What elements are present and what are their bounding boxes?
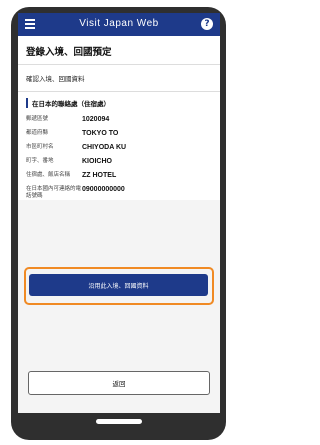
postal-code-row: 郵遞區號 1020094 [26,116,212,123]
city-value: CHIYODA KU [82,144,127,151]
prefecture-row: 都道府縣 TOKYO TO [26,130,212,137]
phone-row: 在日本國內可連絡的電話號碼 09000000000 [26,186,212,200]
card-heading: 在日本的聯絡處（住宿處） [26,98,212,108]
phone-label: 在日本國內可連絡的電話號碼 [26,186,82,199]
question-icon[interactable]: ? [201,18,213,30]
home-indicator [96,419,142,424]
use-previous-data-button[interactable]: 沿用此入境、回國資料 [29,274,208,296]
highlight-outline: 沿用此入境、回國資料 [24,267,214,305]
postal-code-value: 1020094 [82,116,110,123]
phone-value: 09000000000 [82,186,125,193]
back-button[interactable]: 返回 [28,371,210,395]
hotel-label: 住宿處、飯店名稱 [26,172,71,178]
street-value: KIOICHO [82,158,112,165]
hotel-row: 住宿處、飯店名稱 ZZ HOTEL [26,172,212,179]
app-title: Visit Japan Web [79,18,159,29]
hotel-value: ZZ HOTEL [82,172,117,179]
address-card: 在日本的聯絡處（住宿處） 郵遞區號 1020094 都道府縣 TOKYO TO … [18,92,220,200]
city-row: 市區町村名 CHIYODA KU [26,144,212,151]
street-row: 町字、番地 KIOICHO [26,158,212,165]
section-title: 確認入境、回國資料 [18,65,220,92]
postal-code-label: 郵遞區號 [26,116,49,122]
app-bar: Visit Japan Web ? [18,13,220,36]
street-label: 町字、番地 [26,158,54,164]
page-title: 登錄入境、回國預定 [18,36,220,65]
phone-screen: Visit Japan Web ? 登錄入境、回國預定 確認入境、回國資料 在日… [18,13,220,413]
city-label: 市區町村名 [26,144,54,150]
prefecture-value: TOKYO TO [82,130,119,137]
prefecture-label: 都道府縣 [26,130,49,136]
